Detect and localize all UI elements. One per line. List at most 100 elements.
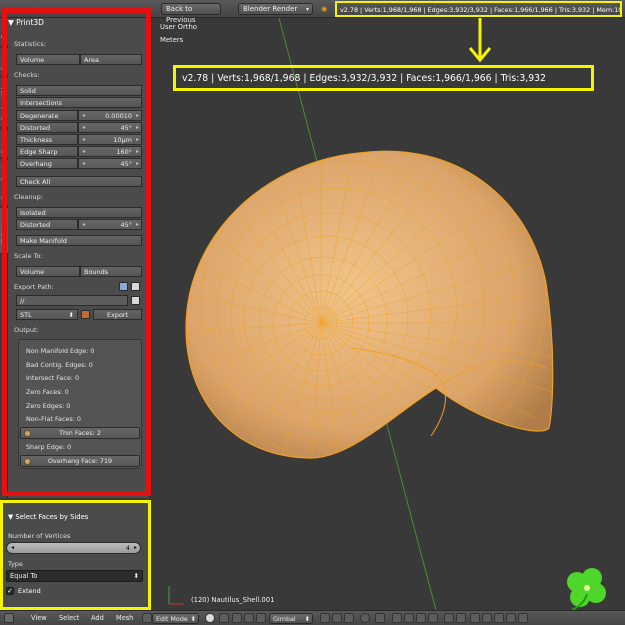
layer-icon[interactable] (518, 613, 528, 623)
layer-icon[interactable] (506, 613, 516, 623)
export-format-dropdown[interactable]: STL ⬍ (16, 309, 78, 320)
face-select-icon[interactable] (344, 613, 354, 623)
extend-checkbox[interactable]: ✓ (6, 587, 14, 595)
isolated-button[interactable]: Isolated (16, 207, 142, 218)
back-to-previous-button[interactable]: Back to Previous (161, 3, 221, 24)
stats-callout: v2.78 | Verts:1,968/1,968 | Edges:3,932/… (173, 65, 594, 91)
vertex-select-icon[interactable] (320, 613, 330, 623)
increment-icon[interactable]: ▸ (136, 159, 139, 169)
panel-collapse-icon: ▼ (8, 18, 17, 27)
operator-panel-header[interactable]: ▼ Select Faces by Sides (8, 512, 88, 522)
check-all-button[interactable]: Check All (16, 176, 142, 187)
3d-viewport[interactable]: User Ortho Meters (120) Nautilus_Shell.0… (151, 17, 625, 611)
layer-icon[interactable] (470, 613, 480, 623)
overhang-button[interactable]: Overhang (16, 158, 78, 169)
file-browser-icon[interactable] (119, 282, 128, 291)
snap-align-icon[interactable] (428, 613, 438, 623)
decrement-icon[interactable]: ◂ (82, 159, 85, 169)
increment-icon[interactable]: ▸ (134, 544, 137, 551)
nautilus-shell-mesh[interactable] (166, 102, 561, 482)
decrement-icon[interactable]: ◂ (11, 544, 14, 551)
pivot-point-icon[interactable] (219, 613, 229, 623)
make-manifold-button[interactable]: Make Manifold (16, 235, 142, 246)
tab-create[interactable]: Create (0, 48, 8, 76)
edge-sharp-button[interactable]: Edge Sharp (16, 146, 78, 157)
distorted-angle-field[interactable]: ◂ 45° ▸ (78, 122, 142, 133)
tab-3d-printing[interactable]: 3D Printing (0, 208, 8, 254)
increment-icon[interactable]: ▸ (136, 123, 139, 133)
edge-sharp-field[interactable]: ◂ 160° ▸ (78, 146, 142, 157)
editor-type-icon[interactable] (4, 613, 14, 623)
menu-select[interactable]: Select (59, 613, 79, 624)
decrement-icon[interactable]: ◂ (82, 123, 85, 133)
tab-options[interactable]: Options (0, 130, 8, 158)
render-engine-dropdown[interactable]: Blender Render ▾ (238, 3, 313, 15)
decrement-icon[interactable]: ◂ (82, 220, 85, 230)
tab-grease-pencil[interactable]: Grease Pencil (0, 160, 8, 206)
opengl-render-icon[interactable] (444, 613, 454, 623)
select-faces-icon (24, 458, 31, 465)
tab-grease-pencil-label: Grease Pencil (1, 165, 7, 200)
viewport-shading-icon[interactable] (205, 613, 215, 623)
intersections-button[interactable]: Intersections (16, 97, 142, 108)
area-button[interactable]: Area (80, 54, 142, 65)
tab-tools[interactable]: Tools (0, 18, 8, 46)
translate-manipulator-icon[interactable] (244, 613, 254, 623)
thin-faces-button[interactable]: Thin Faces: 2 (20, 427, 140, 439)
orientation-value: Gimbal (273, 615, 296, 623)
degenerate-button[interactable]: Degenerate (16, 110, 78, 121)
layer-icon[interactable] (494, 613, 504, 623)
bounds-button[interactable]: Bounds (80, 266, 142, 277)
increment-icon[interactable]: ▸ (136, 135, 139, 145)
checks-label: Checks: (14, 71, 40, 79)
decrement-icon[interactable]: ◂ (82, 135, 85, 145)
thin-faces-label: Thin Faces: 2 (59, 429, 101, 437)
rotate-manipulator-icon[interactable] (256, 613, 266, 623)
overhang-field[interactable]: ◂ 45° ▸ (78, 158, 142, 169)
orientation-dropdown[interactable]: Gimbal ⬍ (269, 613, 313, 624)
mode-value: Edit Mode (156, 615, 188, 623)
export-button[interactable]: Export (93, 309, 142, 320)
menu-add[interactable]: Add (91, 613, 104, 624)
proportional-edit-icon[interactable] (360, 613, 370, 623)
distorted-cleanup-field[interactable]: ◂ 45° ▸ (78, 219, 142, 230)
menu-mesh[interactable]: Mesh (116, 613, 133, 624)
overhang-face-button[interactable]: Overhang Face: 719 (20, 455, 140, 467)
export-path-input[interactable]: // (16, 295, 128, 306)
solid-button[interactable]: Solid (16, 85, 142, 96)
decrement-icon[interactable]: ◂ (82, 111, 85, 121)
edge-select-icon[interactable] (332, 613, 342, 623)
decrement-icon[interactable]: ◂ (82, 147, 85, 157)
type-select[interactable]: Equal To ⬍ (6, 570, 143, 582)
snap-toggle-icon[interactable] (392, 613, 402, 623)
thickness-field[interactable]: ◂ 10µm ▸ (78, 134, 142, 145)
folder-icon[interactable] (131, 282, 140, 291)
degenerate-threshold-field[interactable]: ◂ 0.00010 ▸ (78, 110, 142, 121)
menu-view[interactable]: View (31, 613, 47, 624)
active-object-label: (120) Nautilus_Shell.001 (191, 596, 275, 604)
snap-element-icon[interactable] (404, 613, 414, 623)
opengl-anim-icon[interactable] (456, 613, 466, 623)
overhang-value: 45° (120, 160, 132, 168)
distorted-cleanup-button[interactable]: Distorted (16, 219, 78, 230)
tab-shading-uvs[interactable]: Shading / UVs (0, 78, 8, 128)
increment-icon[interactable]: ▸ (136, 220, 139, 230)
folder-icon[interactable] (131, 296, 140, 305)
distorted-value: 45° (120, 124, 132, 132)
layer-icon[interactable] (482, 613, 492, 623)
toolshelf-tabs: Tools Create Shading / UVs Options Greas… (0, 18, 8, 498)
mode-dropdown[interactable]: Edit Mode ⬍ (152, 613, 199, 624)
increment-icon[interactable]: ▸ (136, 147, 139, 157)
print3d-title: Print3D (16, 18, 44, 27)
print3d-panel-header[interactable]: ▼ Print3D (8, 17, 44, 29)
volume-button[interactable]: Volume (16, 54, 80, 65)
limit-selection-icon[interactable] (375, 613, 385, 623)
scale-volume-button[interactable]: Volume (16, 266, 80, 277)
distorted-button[interactable]: Distorted (16, 122, 78, 133)
increment-icon[interactable]: ▸ (136, 111, 139, 121)
number-of-vertices-slider[interactable]: ◂ 4 ▸ (6, 542, 141, 554)
chevron-down-icon: ▾ (305, 6, 309, 13)
thickness-button[interactable]: Thickness (16, 134, 78, 145)
manipulator-toggle-icon[interactable] (232, 613, 242, 623)
snap-target-icon[interactable] (416, 613, 426, 623)
